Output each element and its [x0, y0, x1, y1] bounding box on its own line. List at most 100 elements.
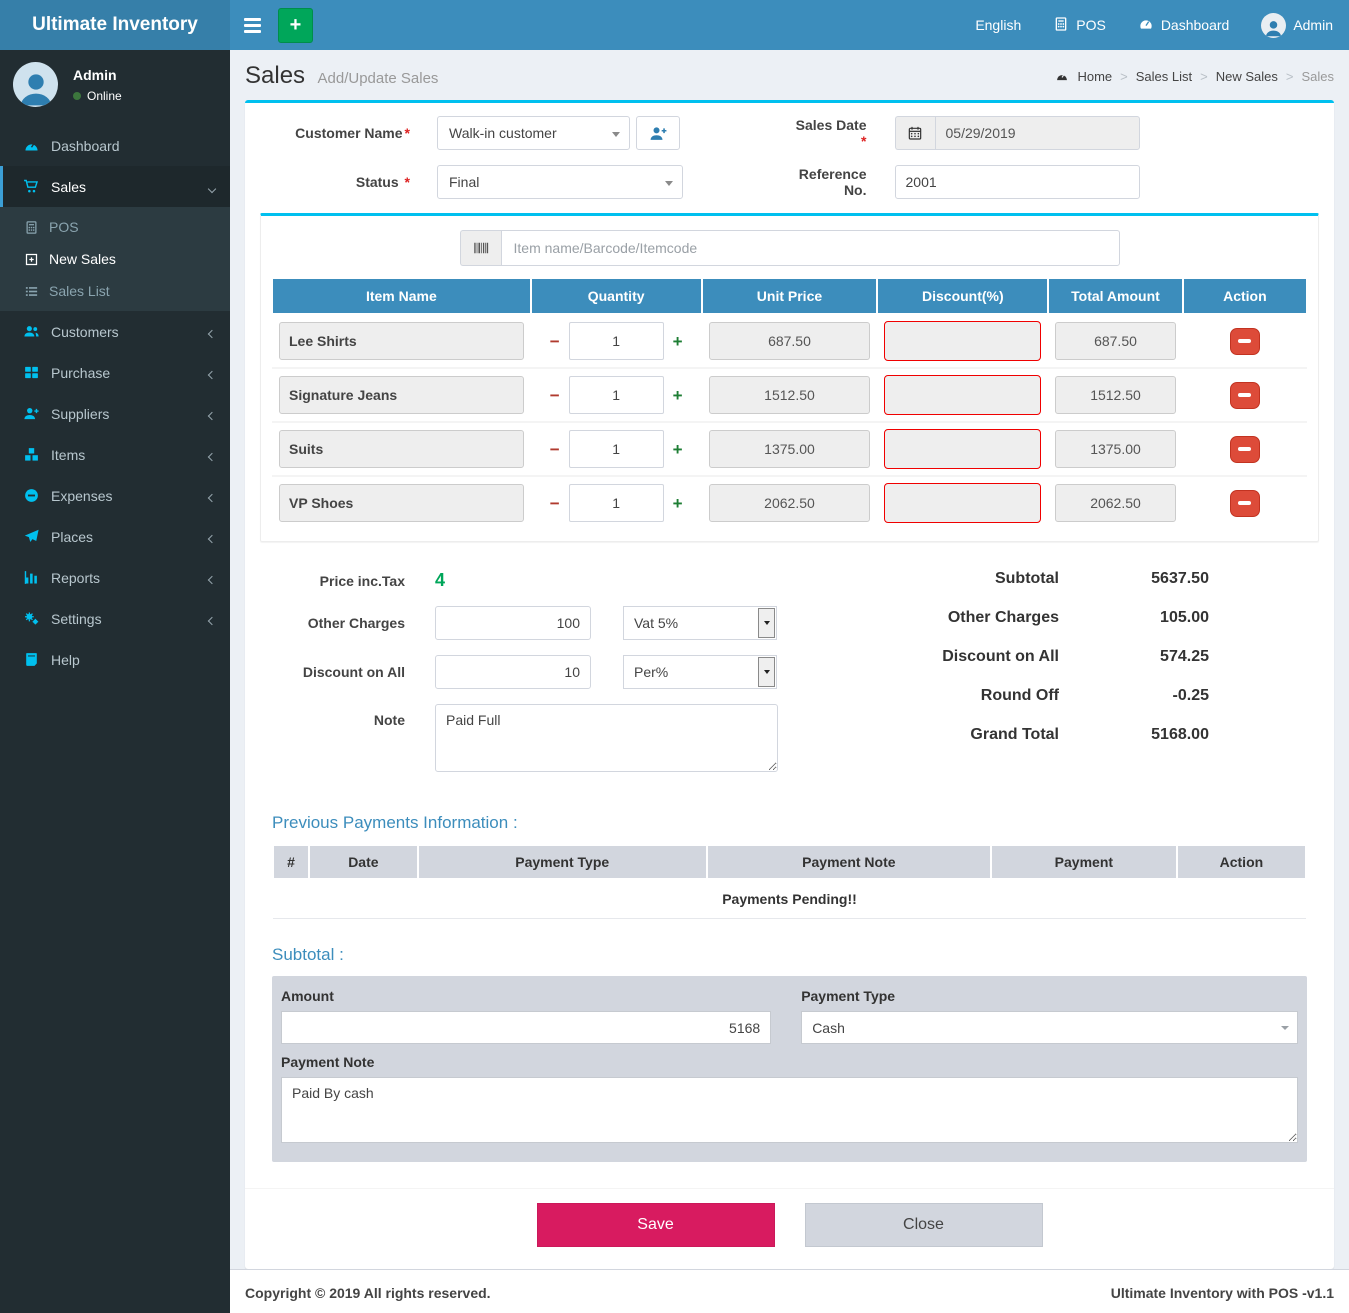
item-name-field	[279, 376, 524, 414]
unit-price-field	[709, 430, 871, 468]
chevron-down-icon	[1281, 1026, 1289, 1030]
sidebar-item-dashboard[interactable]: Dashboard	[0, 125, 230, 166]
sidebar-item-suppliers[interactable]: Suppliers	[0, 393, 230, 434]
minus-icon	[1238, 447, 1251, 451]
other-charges-input[interactable]	[435, 606, 591, 640]
remove-item-button[interactable]	[1230, 382, 1260, 409]
discount-type-select[interactable]: Per%	[623, 655, 777, 689]
payment-note-textarea[interactable]: Paid By cash	[281, 1077, 1298, 1143]
sidebar-item-places[interactable]: Places	[0, 516, 230, 557]
payments-pending-message: Payments Pending!!	[273, 879, 1306, 919]
chevron-left-icon	[209, 447, 215, 463]
sidebar-item-expenses[interactable]: Expenses	[0, 475, 230, 516]
status-select[interactable]: Final	[437, 165, 683, 199]
sidebar-item-reports[interactable]: Reports	[0, 557, 230, 598]
total-amount-field	[1055, 484, 1176, 522]
submenu-item-pos[interactable]: POS	[0, 211, 230, 243]
online-status-dot	[73, 92, 81, 100]
sidebar-item-sales[interactable]: Sales	[0, 166, 230, 207]
increase-quantity-button[interactable]: +	[673, 441, 683, 458]
remove-item-button[interactable]	[1230, 328, 1260, 355]
increase-quantity-button[interactable]: +	[673, 495, 683, 512]
sidebar-item-items[interactable]: Items	[0, 434, 230, 475]
app-logo[interactable]: Ultimate Inventory	[0, 0, 230, 50]
customer-select[interactable]: Walk-in customer	[437, 116, 630, 150]
sidebar-toggle-button[interactable]	[230, 0, 275, 50]
sales-date-input[interactable]	[935, 116, 1140, 150]
sidebar-item-purchase[interactable]: Purchase	[0, 352, 230, 393]
nav-pos[interactable]: POS	[1037, 0, 1122, 50]
remove-item-button[interactable]	[1230, 490, 1260, 517]
version-text: Ultimate Inventory with POS -v1.1	[1111, 1285, 1334, 1301]
sidebar-item-help[interactable]: Help	[0, 639, 230, 680]
gears-icon	[23, 610, 40, 627]
discount-input[interactable]	[884, 483, 1041, 523]
items-box: Item Name Quantity Unit Price Discount(%…	[260, 213, 1319, 542]
barcode-icon	[460, 230, 501, 266]
discount-on-all-input[interactable]	[435, 655, 591, 689]
breadcrumb-home[interactable]: Home	[1077, 69, 1112, 84]
plus-icon: +	[290, 14, 302, 36]
increase-quantity-button[interactable]: +	[673, 387, 683, 404]
reference-input[interactable]	[895, 165, 1140, 199]
chevron-down-icon	[758, 657, 775, 687]
close-button[interactable]: Close	[805, 1203, 1043, 1247]
note-textarea[interactable]: Paid Full	[435, 704, 778, 772]
payment-entry-section: Subtotal : Amount Payment Type Cash	[260, 945, 1319, 1162]
increase-quantity-button[interactable]: +	[673, 333, 683, 350]
item-name-field	[279, 484, 524, 522]
discount-input[interactable]	[884, 321, 1041, 361]
other-charges-type-select[interactable]: Vat 5%	[623, 606, 777, 640]
payments-table: # Date Payment Type Payment Note Payment…	[272, 844, 1307, 919]
customer-name-label: Customer Name*	[260, 125, 437, 141]
sidebar-item-customers[interactable]: Customers	[0, 311, 230, 352]
quantity-input[interactable]	[569, 376, 664, 414]
round-off-row: Round Off-0.25	[842, 687, 1209, 705]
sales-header-form: Customer Name* Walk-in customer Sales Da…	[260, 116, 1319, 199]
chevron-left-icon	[209, 406, 215, 422]
user-plus-icon	[23, 405, 40, 422]
payment-type-label: Payment Type	[801, 988, 1298, 1004]
sidebar-item-settings[interactable]: Settings	[0, 598, 230, 639]
payment-entry-panel: Amount Payment Type Cash Payment Note	[272, 976, 1307, 1162]
sales-submenu: POS New Sales Sales List	[0, 207, 230, 311]
content-header: Sales Add/Update Sales Home > Sales List…	[230, 50, 1349, 100]
decrease-quantity-button[interactable]: −	[550, 441, 560, 458]
submenu-item-new-sales[interactable]: New Sales	[0, 243, 230, 275]
app-title: Ultimate Inventory	[32, 14, 198, 36]
submenu-item-sales-list[interactable]: Sales List	[0, 275, 230, 307]
navbar-right: English POS	[959, 0, 1349, 50]
quick-add-button[interactable]: +	[278, 8, 313, 43]
add-customer-button[interactable]	[636, 116, 680, 150]
decrease-quantity-button[interactable]: −	[550, 495, 560, 512]
quantity-input[interactable]	[569, 430, 664, 468]
nav-user-menu[interactable]: Admin	[1245, 0, 1349, 50]
discount-input[interactable]	[884, 429, 1041, 469]
unit-price-field	[709, 376, 871, 414]
breadcrumb-sales-list[interactable]: Sales List	[1136, 69, 1192, 84]
item-search-input[interactable]	[501, 230, 1120, 266]
nav-language[interactable]: English	[959, 0, 1037, 50]
chevron-left-icon	[209, 529, 215, 545]
nav-dashboard[interactable]: Dashboard	[1122, 0, 1246, 50]
quantity-input[interactable]	[569, 322, 664, 360]
quantity-input[interactable]	[569, 484, 664, 522]
page-title: Sales	[245, 62, 305, 89]
discount-input[interactable]	[884, 375, 1041, 415]
items-table: Item Name Quantity Unit Price Discount(%…	[271, 279, 1308, 529]
breadcrumb-current: Sales	[1301, 69, 1334, 84]
payment-type-select[interactable]: Cash	[801, 1011, 1298, 1044]
save-button[interactable]: Save	[537, 1203, 775, 1247]
decrease-quantity-button[interactable]: −	[550, 333, 560, 350]
decrease-quantity-button[interactable]: −	[550, 387, 560, 404]
breadcrumb-new-sales[interactable]: New Sales	[1216, 69, 1278, 84]
status-label: Status *	[260, 174, 437, 190]
avatar[interactable]	[13, 62, 58, 107]
totals-column: Subtotal5637.50 Other Charges105.00 Disc…	[842, 570, 1319, 787]
amount-input[interactable]	[281, 1011, 771, 1044]
breadcrumb: Home > Sales List > New Sales > Sales	[1055, 69, 1334, 84]
remove-item-button[interactable]	[1230, 436, 1260, 463]
sales-date-group	[895, 116, 1140, 150]
other-charges-total-row: Other Charges105.00	[842, 609, 1209, 627]
calendar-icon[interactable]	[895, 116, 935, 150]
